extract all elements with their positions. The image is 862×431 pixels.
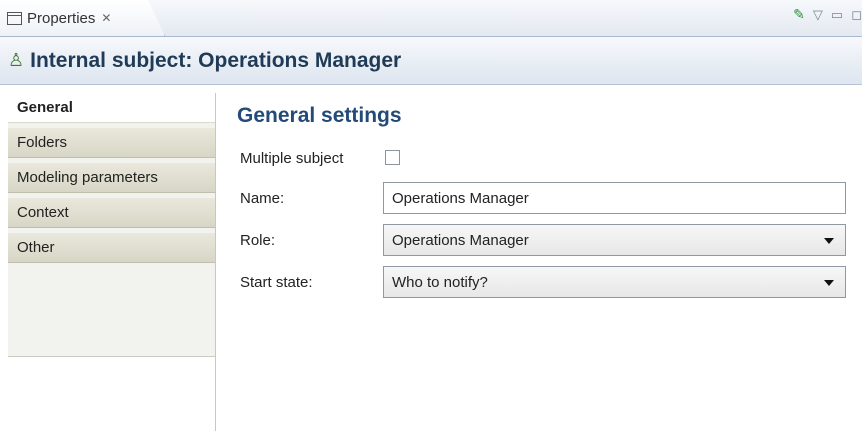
sidebar-item-context[interactable]: Context xyxy=(8,198,215,228)
properties-header: ♙ Internal subject: Operations Manager xyxy=(0,37,862,85)
view-toolbar: ✎ ▽ ▭ ◻ xyxy=(793,6,862,23)
name-field-value: Operations Manager xyxy=(392,189,529,207)
sidebar-item-label: General xyxy=(17,99,73,116)
sidebar-item-folders[interactable]: Folders xyxy=(8,128,215,158)
multiple-subject-checkbox[interactable] xyxy=(385,150,400,165)
internal-subject-icon: ♙ xyxy=(8,50,25,70)
sidebar-item-label: Context xyxy=(17,204,69,221)
view-tab-bar: Properties ✕ ✎ ▽ ▭ ◻ xyxy=(0,0,862,37)
view-menu-icon[interactable]: ▽ xyxy=(813,7,823,23)
tab-properties-label: Properties xyxy=(27,9,96,27)
sidebar-item-other[interactable]: Other xyxy=(8,233,215,263)
properties-view-icon xyxy=(7,11,22,25)
role-select[interactable]: Operations Manager xyxy=(383,224,846,256)
start-state-select[interactable]: Who to notify? xyxy=(383,266,846,298)
sidebar-item-modeling-parameters[interactable]: Modeling parameters xyxy=(8,163,215,193)
name-field[interactable]: Operations Manager xyxy=(383,182,846,214)
sidebar-item-label: Other xyxy=(17,239,55,256)
section-title: General settings xyxy=(237,104,402,127)
maximize-icon[interactable]: ◻ xyxy=(851,7,862,23)
start-state-label: Start state: xyxy=(240,274,313,291)
page-title: Internal subject: Operations Manager xyxy=(30,48,402,72)
name-label: Name: xyxy=(240,190,285,207)
properties-sidebar: General Folders Modeling parameters Cont… xyxy=(8,93,216,431)
multiple-subject-label: Multiple subject xyxy=(240,150,344,167)
role-select-value: Operations Manager xyxy=(392,231,529,249)
role-label: Role: xyxy=(240,232,276,249)
pin-icon[interactable]: ✎ xyxy=(793,6,805,23)
start-state-select-value: Who to notify? xyxy=(392,273,488,291)
sidebar-item-label: Folders xyxy=(17,134,68,151)
minimize-icon[interactable]: ▭ xyxy=(831,7,843,23)
close-icon[interactable]: ✕ xyxy=(101,11,111,25)
sidebar-item-label: Modeling parameters xyxy=(17,169,158,186)
sidebar-item-general[interactable]: General xyxy=(8,93,215,123)
tab-properties[interactable]: Properties ✕ xyxy=(0,0,165,36)
